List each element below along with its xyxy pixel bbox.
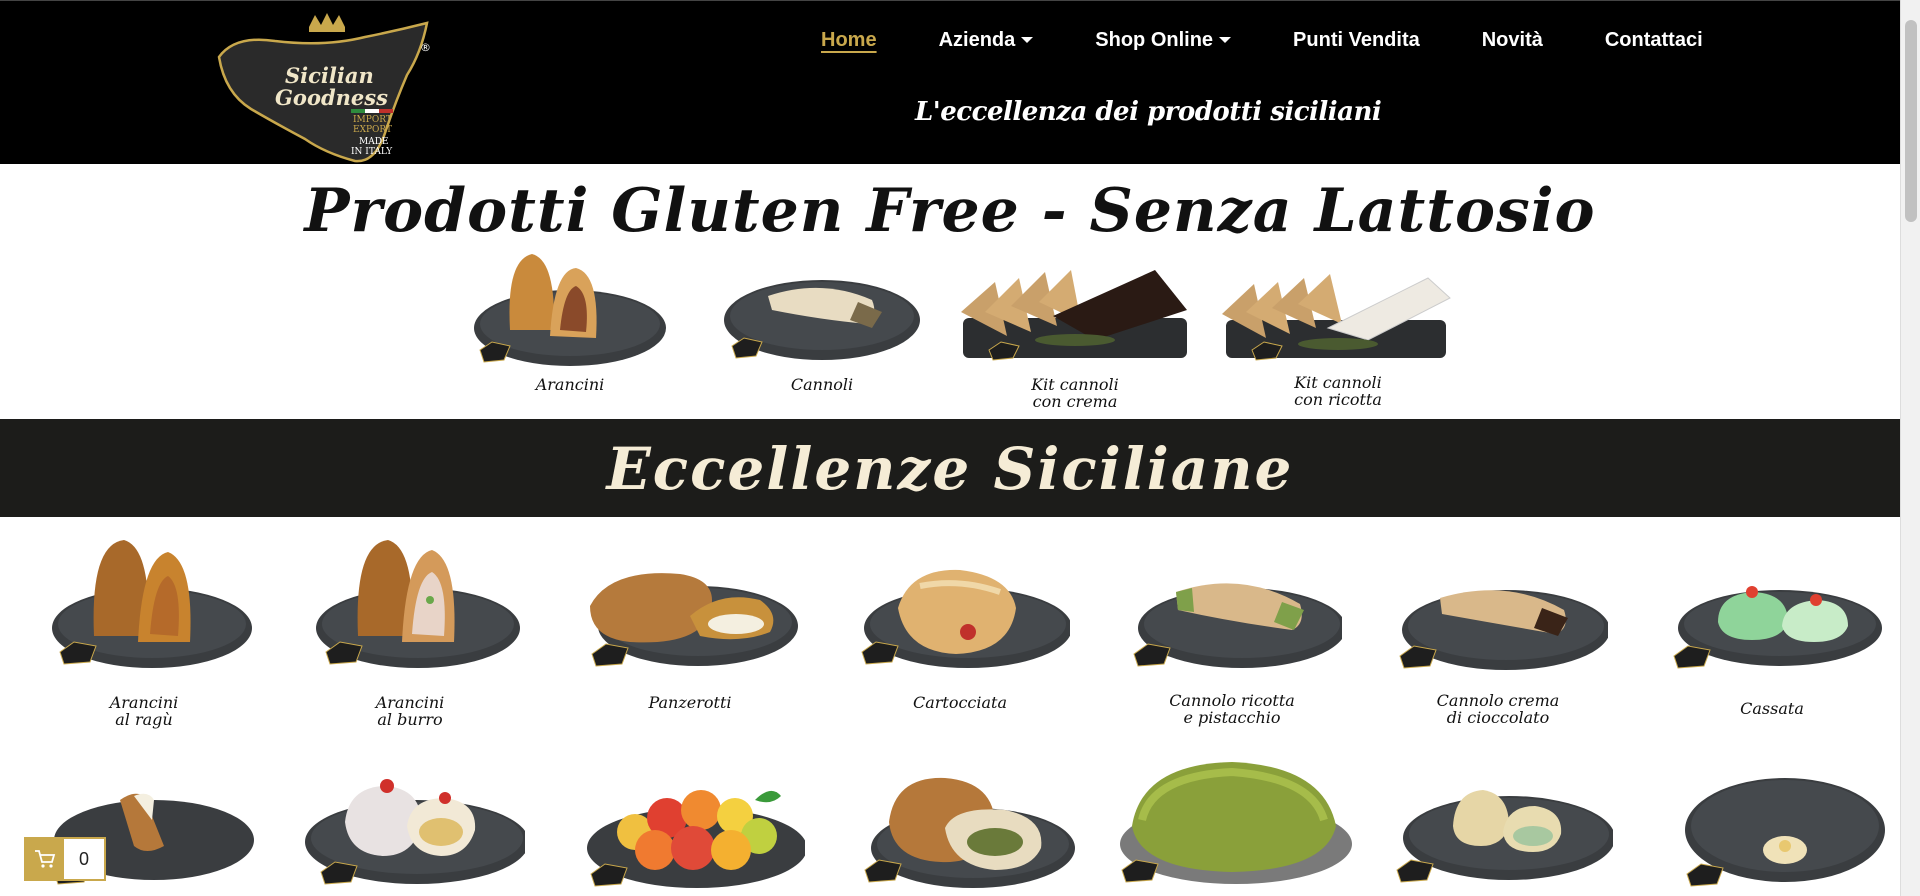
caret-down-icon [1219,37,1232,43]
cannoli-image [724,280,920,360]
cannolo-ricotta-pistacchio-image [1133,583,1342,668]
nav-punti-vendita-label: Punti Vendita [1293,28,1420,51]
nav-shop-online[interactable]: Shop Online [1064,25,1262,55]
nav-home-label: Home [821,28,877,51]
product-row2-4-image [864,777,1075,888]
label-cannolo-crema-cioccolato: Cannolo crema di cioccolato [1378,692,1618,726]
label-cartocciata-line1: Cartocciata [912,693,1008,712]
nav-home[interactable]: Home [790,25,908,55]
product-row2-item-3[interactable] [570,770,810,896]
nav-azienda-label: Azienda [938,28,1016,51]
gf-label-kit-ricotta: Kit cannoli con ricotta [1218,374,1458,408]
product-row2-item-4[interactable] [840,772,1080,896]
product-row2-item-7[interactable] [1652,772,1892,896]
product-cannolo-crema-cioccolato[interactable]: Cannolo crema di cioccolato [1378,574,1618,726]
label-cannolo-crema-cioccolato-line2: di cioccolato [1446,708,1550,727]
product-cartocciata[interactable]: Cartocciata [840,562,1080,711]
svg-text:IMPORT: IMPORT [353,115,392,125]
label-cartocciata: Cartocciata [840,694,1080,711]
arancini-ragu-image [52,540,252,668]
kit-cannoli-crema-image [961,270,1187,361]
gf-product-cannoli[interactable]: Cannoli [722,250,922,393]
gf-label-kit-crema-line2: con crema [1032,392,1118,411]
label-cannolo-ricotta-pistacchio-line1: Cannolo ricotta [1169,691,1295,710]
arancini-image [474,254,666,366]
nav-shop-online-label: Shop Online [1095,28,1214,51]
gf-product-kit-crema[interactable]: Kit cannoli con crema [955,262,1195,410]
cartocciata-image [861,569,1070,668]
nav-azienda[interactable]: Azienda [908,25,1065,55]
label-cassata: Cassata [1652,700,1892,717]
page-scrollbar[interactable] [1900,0,1920,896]
arancini-burro-image [316,540,520,668]
svg-text:EXPORT: EXPORT [353,125,392,135]
gf-product-arancini[interactable]: Arancini [470,250,670,393]
product-row2-item-6[interactable] [1378,782,1618,896]
label-arancini-burro: Arancini al burro [290,694,530,728]
gf-label-kit-ricotta-line1: Kit cannoli [1294,373,1382,392]
svg-text:MADE: MADE [359,137,389,147]
svg-text:®: ® [420,41,431,54]
eccellenze-band: Eccellenze Siciliane [0,419,1900,517]
label-cannolo-ricotta-pistacchio-line2: e pistacchio [1183,708,1281,727]
site-header: Sicilian Goodness IMPORT EXPORT MADE IN … [0,0,1900,164]
product-row2-5-image [1120,762,1352,884]
product-cassata[interactable]: Cassata [1652,580,1892,717]
sicilian-goodness-logo[interactable]: Sicilian Goodness IMPORT EXPORT MADE IN … [215,13,435,165]
eccellenze-title: Eccellenze Siciliane [606,435,1294,503]
cassata-image [1673,586,1882,669]
label-arancini-burro-line1: Arancini [375,693,445,712]
nav-contattaci-label: Contattaci [1604,28,1703,51]
gluten-free-title: Prodotti Gluten Free - Senza Lattosio [304,176,1596,246]
label-arancini-ragu-line1: Arancini [109,693,179,712]
label-cannolo-crema-cioccolato-line1: Cannolo crema [1436,691,1560,710]
product-row2-3-image [587,790,805,888]
product-row2-item-2[interactable] [290,776,530,896]
kit-cannoli-ricotta-image [1222,274,1451,361]
caret-down-icon [1021,37,1034,43]
header-tagline: L'eccellenza dei prodotti siciliani [915,97,1382,127]
product-arancini-ragu[interactable]: Arancini al ragù [24,538,264,728]
product-row2-7-image [1685,778,1885,887]
product-panzerotti[interactable]: Panzerotti [570,562,810,711]
nav-novita[interactable]: Novità [1451,25,1574,55]
label-arancini-ragu: Arancini al ragù [24,694,264,728]
svg-text:IN ITALY: IN ITALY [351,147,393,157]
nav-contattaci[interactable]: Contattaci [1574,25,1734,55]
label-arancini-burro-line2: al burro [377,710,443,729]
shopping-cart-icon[interactable] [26,839,64,879]
nav-novita-label: Novità [1481,28,1543,51]
nav-punti-vendita[interactable]: Punti Vendita [1262,25,1451,55]
panzerotti-image [590,573,798,667]
product-row2-6-image [1396,790,1613,883]
product-row2-2-image [305,779,525,885]
cart-widget[interactable]: 0 [24,837,106,881]
gf-product-kit-ricotta[interactable]: Kit cannoli con ricotta [1218,264,1458,408]
cart-count: 0 [78,848,89,869]
main-nav: Home Azienda Shop Online Punti Vendita N… [790,25,1734,55]
sicily-logo-icon: Sicilian Goodness IMPORT EXPORT MADE IN … [217,13,431,163]
cannolo-crema-cioccolato-image [1399,590,1608,670]
svg-text:Goodness: Goodness [275,85,388,110]
gf-label-arancini: Arancini [535,375,605,394]
product-cannolo-ricotta-pistacchio[interactable]: Cannolo ricotta e pistacchio [1112,564,1352,726]
product-arancini-burro[interactable]: Arancini al burro [290,538,530,728]
gf-label-kit-crema-line1: Kit cannoli [1031,375,1119,394]
product-row2-item-5[interactable] [1112,760,1352,896]
label-panzerotti: Panzerotti [570,694,810,711]
gf-label-kit-crema: Kit cannoli con crema [955,376,1195,410]
gf-label-cannoli: Cannoli [790,375,854,394]
label-arancini-ragu-line2: al ragù [115,710,173,729]
label-cassata-line1: Cassata [1740,699,1804,718]
gf-label-kit-ricotta-line2: con ricotta [1294,390,1382,409]
label-panzerotti-line1: Panzerotti [648,693,732,712]
label-cannolo-ricotta-pistacchio: Cannolo ricotta e pistacchio [1112,692,1352,726]
scrollbar-thumb[interactable] [1905,20,1917,222]
